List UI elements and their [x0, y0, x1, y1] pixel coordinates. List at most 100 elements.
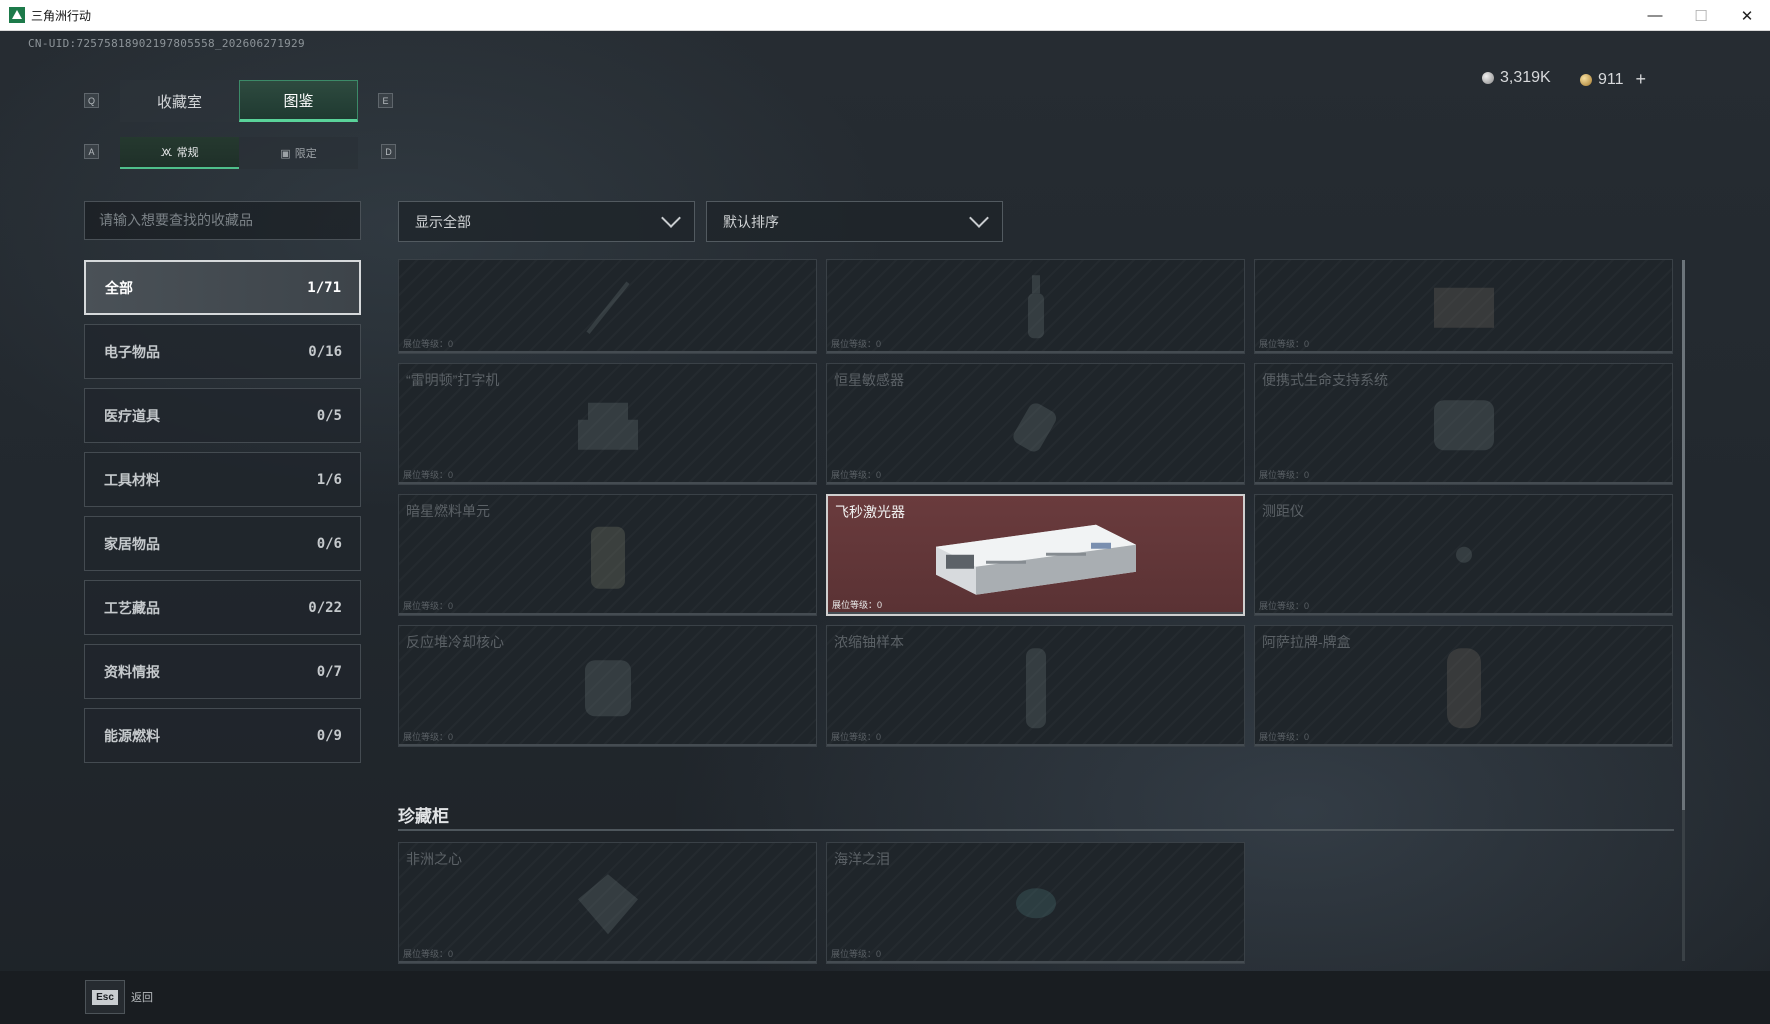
window-title: 三角洲行动: [31, 8, 92, 23]
diamond-item-icon: [573, 869, 643, 944]
category-all[interactable]: 全部 1/71: [84, 260, 361, 315]
category-label: 资料情报: [104, 663, 160, 680]
card-name: 测距仪: [1262, 503, 1304, 519]
card-level: 展位等级：0: [403, 601, 454, 611]
card-name: “雷明顿”打字机: [406, 372, 500, 388]
machine-item-icon: [1424, 277, 1504, 342]
grid-scrollbar[interactable]: [1682, 260, 1685, 961]
chevron-down-icon: [969, 208, 989, 228]
sort-dropdown[interactable]: 默认排序: [706, 201, 1003, 242]
collection-card[interactable]: “雷明顿”打字机 展位等级：0: [398, 363, 817, 485]
key-hint-e: E: [378, 93, 393, 108]
category-tools[interactable]: 工具材料 1/6: [84, 452, 361, 507]
category-count: 0/16: [308, 343, 342, 360]
collection-card[interactable]: 反应堆冷却核心 展位等级：0: [398, 625, 817, 747]
maximize-button[interactable]: ☐: [1678, 0, 1724, 31]
back-label: 返回: [131, 992, 153, 1004]
card-level: 展位等级：0: [1259, 732, 1310, 742]
treasure-card[interactable]: 非洲之心 展位等级：0: [398, 842, 817, 964]
card-name: 飞秒激光器: [835, 504, 905, 520]
card-name: 海洋之泪: [834, 851, 890, 867]
card-name: 非洲之心: [406, 851, 462, 867]
silver-currency: 3,319K: [1482, 69, 1551, 87]
category-label: 医疗道具: [104, 407, 160, 424]
add-currency-button[interactable]: +: [1636, 69, 1647, 90]
section-divider: [398, 829, 1674, 831]
category-count: 0/7: [316, 663, 342, 680]
main-tabs: 收藏室 图鉴: [120, 80, 358, 122]
window-controls: — ☐ ✕: [1632, 0, 1770, 31]
category-household[interactable]: 家居物品 0/6: [84, 516, 361, 571]
sub-tabs: 🝪 常规 ▣ 限定: [120, 137, 358, 169]
window-titlebar: 三角洲行动 — ☐ ✕: [0, 0, 1770, 31]
game-viewport: CN-UID:725758189021978055​58_20260627192…: [0, 31, 1770, 1024]
search-input[interactable]: 请输入想要查找的收藏品: [84, 201, 361, 240]
card-level: 展位等级：0: [831, 470, 882, 480]
category-count: 0/5: [316, 407, 342, 424]
chevron-down-icon: [661, 208, 681, 228]
gold-coin-icon: [1580, 73, 1592, 86]
card-level: 展位等级：0: [831, 339, 882, 349]
collection-card-selected[interactable]: 飞秒激光器 展位等级：0: [826, 494, 1245, 616]
bottle-icon: 🝪: [160, 147, 173, 159]
pen-item-icon: [578, 277, 638, 342]
user-id-label: CN-UID:725758189021978055​58_20260627192…: [28, 37, 305, 50]
filter-dropdown[interactable]: 显示全部: [398, 201, 695, 242]
life-support-item-icon: [1424, 390, 1504, 465]
back-button[interactable]: Esc 返回: [85, 980, 153, 1014]
typewriter-item-icon: [573, 395, 643, 460]
category-intel[interactable]: 资料情报 0/7: [84, 644, 361, 699]
collection-card[interactable]: 浓缩铀样本 展位等级：0: [826, 625, 1245, 747]
minimize-button[interactable]: —: [1632, 0, 1678, 31]
collection-card[interactable]: 展位等级：0: [398, 259, 817, 354]
card-name: 暗星燃料单元: [406, 503, 490, 519]
card-level: 展位等级：0: [1259, 601, 1310, 611]
category-count: 1/6: [316, 471, 342, 488]
card-level: 展位等级：0: [403, 949, 454, 959]
lamp-item-icon: [1016, 273, 1056, 348]
laser-item-icon: [926, 517, 1146, 602]
card-box-item-icon: [1439, 643, 1489, 738]
category-count: 0/22: [308, 599, 342, 616]
rangefinder-item-icon: [1444, 535, 1484, 580]
uranium-sample-item-icon: [1016, 643, 1056, 738]
key-hint-d: D: [381, 144, 396, 159]
tab-limited[interactable]: ▣ 限定: [239, 137, 358, 169]
category-electronics[interactable]: 电子物品 0/16: [84, 324, 361, 379]
collection-card[interactable]: 阿萨拉牌-牌盒 展位等级：0: [1254, 625, 1673, 747]
card-name: 恒星敏感器: [834, 372, 904, 388]
collection-card[interactable]: 展位等级：0: [1254, 259, 1673, 354]
app-logo-icon: [9, 7, 25, 23]
image-icon: ▣: [280, 147, 291, 160]
star-sensor-item-icon: [1001, 390, 1071, 465]
collection-card[interactable]: 展位等级：0: [826, 259, 1245, 354]
tab-limited-label: 限定: [294, 148, 317, 160]
collection-card[interactable]: 恒星敏感器 展位等级：0: [826, 363, 1245, 485]
category-medical[interactable]: 医疗道具 0/5: [84, 388, 361, 443]
section-title: 珍藏柜: [398, 807, 449, 826]
category-label: 电子物品: [104, 343, 160, 360]
treasure-card[interactable]: 海洋之泪 展位等级：0: [826, 842, 1245, 964]
tab-collection-room[interactable]: 收藏室: [120, 80, 239, 122]
close-button[interactable]: ✕: [1724, 0, 1770, 31]
card-level: 展位等级：0: [832, 600, 883, 610]
category-crafts[interactable]: 工艺藏品 0/22: [84, 580, 361, 635]
category-label: 工艺藏品: [104, 599, 160, 616]
key-hint-q: Q: [84, 93, 99, 108]
sort-dropdown-value: 默认排序: [723, 213, 779, 230]
collection-card[interactable]: 测距仪 展位等级：0: [1254, 494, 1673, 616]
collection-card[interactable]: 便携式生命支持系统 展位等级：0: [1254, 363, 1673, 485]
card-level: 展位等级：0: [403, 339, 454, 349]
gold-currency: 911 +: [1580, 69, 1646, 90]
tab-catalog[interactable]: 图鉴: [239, 80, 358, 122]
bottom-bar: [0, 971, 1770, 1024]
tab-regular[interactable]: 🝪 常规: [120, 137, 239, 169]
silver-coin-icon: [1482, 72, 1494, 84]
card-level: 展位等级：0: [403, 470, 454, 480]
collection-card[interactable]: 暗星燃料单元 展位等级：0: [398, 494, 817, 616]
category-energy[interactable]: 能源燃料 0/9: [84, 708, 361, 763]
card-name: 反应堆冷却核心: [406, 634, 504, 650]
esc-key-label: Esc: [92, 989, 118, 1005]
card-name: 浓缩铀样本: [834, 634, 904, 650]
scroll-thumb[interactable]: [1682, 260, 1685, 810]
